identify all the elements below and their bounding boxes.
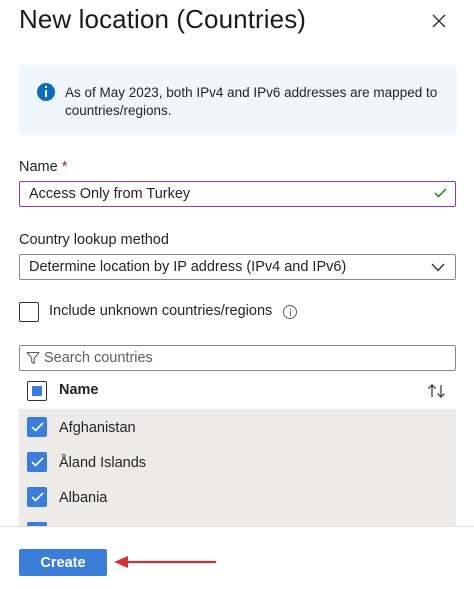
country-checkbox[interactable] <box>27 452 47 472</box>
country-row[interactable] <box>19 514 456 526</box>
arrow-left-icon <box>114 556 216 568</box>
country-checkbox[interactable] <box>27 417 47 437</box>
search-countries-box[interactable] <box>19 345 456 371</box>
select-all-checkbox[interactable] <box>27 381 47 401</box>
country-row[interactable]: Åland Islands <box>19 444 456 479</box>
name-label: Name * <box>19 159 67 175</box>
name-label-text: Name <box>19 159 58 175</box>
lookup-method-value: Determine location by IP address (IPv4 a… <box>29 259 347 275</box>
info-message-text: As of May 2023, both IPv4 and IPv6 addre… <box>65 85 438 118</box>
chevron-down-icon <box>431 263 445 272</box>
name-field[interactable] <box>19 181 456 207</box>
include-unknown-checkbox[interactable] <box>19 302 39 322</box>
lookup-method-label: Country lookup method <box>19 232 169 248</box>
include-unknown-label: Include unknown countries/regions <box>49 303 273 319</box>
country-name: Albania <box>59 490 108 506</box>
country-name: Åland Islands <box>59 455 147 471</box>
countries-list: Afghanistan Åland Islands Albania <box>19 409 456 526</box>
close-icon <box>432 14 446 28</box>
checkmark-icon <box>31 492 44 502</box>
required-marker: * <box>61 159 68 175</box>
footer-divider <box>0 526 474 527</box>
checkmark-icon <box>434 188 447 198</box>
create-button[interactable]: Create <box>19 549 107 576</box>
name-input[interactable] <box>20 182 420 206</box>
sort-icon[interactable] <box>427 383 447 399</box>
info-icon <box>37 83 55 101</box>
column-header-name[interactable]: Name <box>59 382 99 398</box>
info-message-bar: As of May 2023, both IPv4 and IPv6 addre… <box>19 65 457 135</box>
close-button[interactable] <box>428 10 450 32</box>
country-name: Afghanistan <box>59 420 136 436</box>
country-checkbox[interactable] <box>27 487 47 507</box>
lookup-method-dropdown[interactable]: Determine location by IP address (IPv4 a… <box>19 254 456 280</box>
panel-title: New location (Countries) <box>19 4 307 34</box>
info-circle-icon[interactable] <box>283 305 297 319</box>
checkmark-icon <box>31 457 44 467</box>
country-row[interactable]: Albania <box>19 479 456 514</box>
filter-icon <box>26 351 40 365</box>
checkmark-icon <box>31 422 44 432</box>
country-row[interactable]: Afghanistan <box>19 409 456 444</box>
search-countries-input[interactable] <box>44 346 444 370</box>
